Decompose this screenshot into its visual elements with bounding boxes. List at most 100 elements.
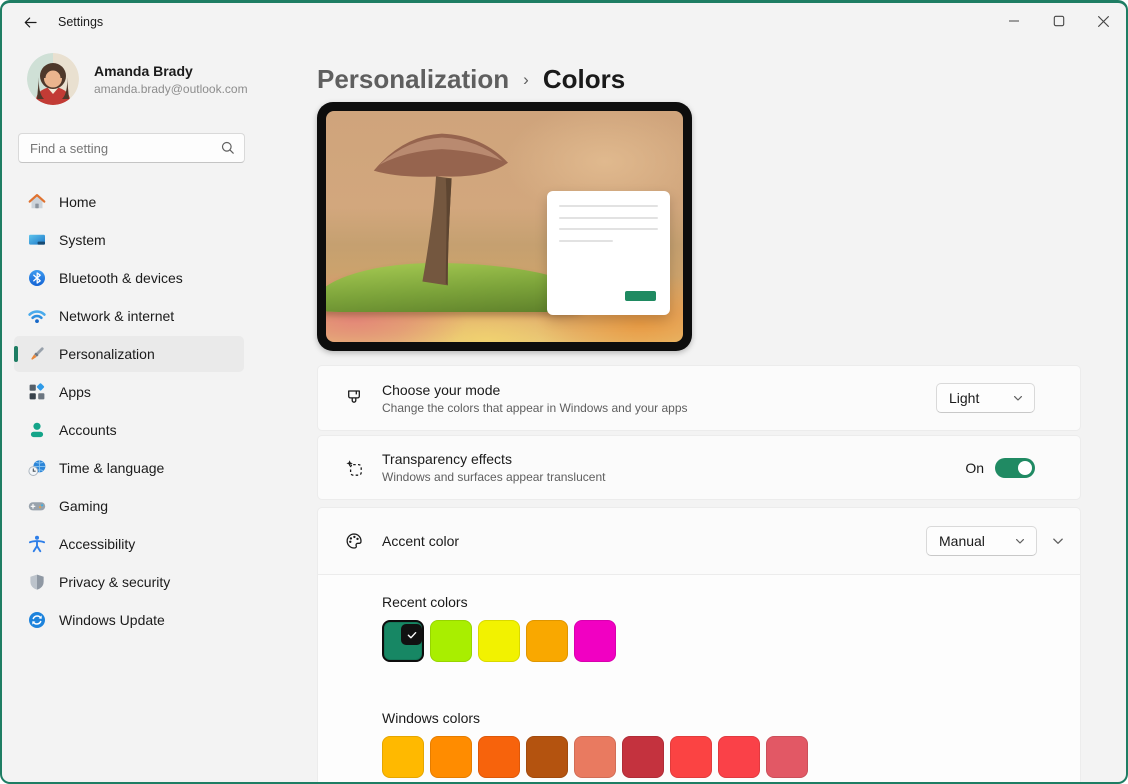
transparency-icon (344, 458, 364, 478)
chevron-down-icon (1014, 535, 1026, 547)
sidebar-item-label: Network & internet (59, 308, 174, 324)
transparency-toggle[interactable] (995, 458, 1035, 478)
mode-dropdown[interactable]: Light (936, 383, 1035, 413)
preview-window-card (547, 191, 670, 315)
back-button[interactable] (14, 7, 46, 37)
sidebar-item-accounts[interactable]: Accounts (14, 412, 244, 448)
sidebar-item-network-internet[interactable]: Network & internet (14, 298, 244, 334)
main-content: Personalization › Colors (252, 41, 1126, 784)
home-icon (27, 192, 47, 212)
wifi-icon (27, 306, 47, 326)
accounts-person-icon (27, 420, 47, 440)
breadcrumb: Personalization › Colors (317, 57, 1081, 101)
color-swatch-selected[interactable] (382, 620, 424, 662)
privacy-shield-icon (27, 572, 47, 592)
color-swatch[interactable] (766, 736, 808, 778)
color-swatch[interactable] (526, 620, 568, 662)
sidebar-item-time-language[interactable]: Time & language (14, 450, 244, 486)
chevron-down-icon (1051, 534, 1065, 548)
accent-color-title: Accent color (382, 533, 926, 549)
windows-colors-row-1 (382, 736, 1035, 778)
preview-accent-button (625, 291, 656, 301)
accessibility-person-icon (27, 534, 47, 554)
minimize-button[interactable] (991, 3, 1036, 39)
sidebar-item-label: Privacy & security (59, 574, 170, 590)
color-swatch[interactable] (670, 736, 712, 778)
sidebar-item-personalization[interactable]: Personalization (14, 336, 244, 372)
sidebar-item-gaming[interactable]: Gaming (14, 488, 244, 524)
sidebar-item-home[interactable]: Home (14, 184, 244, 220)
sidebar-item-apps[interactable]: Apps (14, 374, 244, 410)
sidebar-item-label: Accounts (59, 422, 117, 438)
accent-color-card: Accent color Manual Recent colors (317, 507, 1081, 784)
transparency-card: Transparency effects Windows and surface… (317, 435, 1081, 500)
sidebar-item-label: Gaming (59, 498, 108, 514)
maximize-icon (1053, 15, 1065, 27)
profile-email: amanda.brady@outlook.com (94, 82, 248, 96)
sidebar-item-windows-update[interactable]: Windows Update (14, 602, 244, 638)
search-input[interactable] (18, 133, 245, 163)
accent-color-header: Accent color Manual (318, 508, 1080, 574)
system-icon (27, 230, 47, 250)
close-icon (1097, 15, 1110, 28)
gaming-gamepad-icon (27, 496, 47, 516)
palette-icon (344, 531, 364, 551)
minimize-icon (1008, 15, 1020, 27)
color-swatch[interactable] (574, 736, 616, 778)
bluetooth-icon (27, 268, 47, 288)
sidebar-item-label: Time & language (59, 460, 164, 476)
windows-update-icon (27, 610, 47, 630)
account-profile[interactable]: Amanda Brady amanda.brady@outlook.com (27, 53, 252, 105)
sidebar-item-system[interactable]: System (14, 222, 244, 258)
mushroom-decoration (351, 120, 537, 305)
selected-check-icon (401, 624, 422, 645)
accent-expander[interactable] (1051, 534, 1065, 548)
breadcrumb-separator-icon: › (523, 70, 529, 90)
color-swatch[interactable] (478, 620, 520, 662)
close-button[interactable] (1081, 3, 1126, 39)
color-swatch[interactable] (382, 736, 424, 778)
sidebar-item-label: System (59, 232, 106, 248)
color-swatch[interactable] (430, 736, 472, 778)
recent-colors-row (382, 620, 1035, 662)
color-swatch[interactable] (574, 620, 616, 662)
color-swatch[interactable] (622, 736, 664, 778)
search-box (18, 133, 245, 163)
breadcrumb-personalization[interactable]: Personalization (317, 64, 509, 95)
sidebar-item-label: Apps (59, 384, 91, 400)
settings-window: Settings (0, 0, 1128, 784)
color-swatch[interactable] (478, 736, 520, 778)
windows-colors-heading: Windows colors (382, 710, 1035, 726)
back-arrow-icon (22, 14, 39, 31)
paintbrush-icon (344, 388, 364, 408)
accent-mode-dropdown-value: Manual (939, 533, 985, 549)
sidebar: Amanda Brady amanda.brady@outlook.com Ho… (2, 41, 252, 784)
page-title: Colors (543, 64, 625, 95)
mode-dropdown-value: Light (949, 390, 979, 406)
sidebar-item-bluetooth-devices[interactable]: Bluetooth & devices (14, 260, 244, 296)
sidebar-item-privacy-security[interactable]: Privacy & security (14, 564, 244, 600)
search-icon (220, 140, 236, 161)
app-title: Settings (58, 15, 103, 29)
apps-icon (27, 382, 47, 402)
maximize-button[interactable] (1036, 3, 1081, 39)
sidebar-item-label: Accessibility (59, 536, 135, 552)
choose-mode-card: Choose your mode Change the colors that … (317, 365, 1081, 431)
personalization-brush-icon (27, 344, 47, 364)
sidebar-item-label: Windows Update (59, 612, 165, 628)
choose-mode-title: Choose your mode (382, 382, 936, 398)
avatar (27, 53, 79, 105)
window-controls (991, 3, 1126, 41)
choose-mode-subtitle: Change the colors that appear in Windows… (382, 401, 936, 415)
transparency-title: Transparency effects (382, 451, 965, 467)
color-swatch[interactable] (526, 736, 568, 778)
color-swatch[interactable] (718, 736, 760, 778)
titlebar: Settings (2, 3, 1126, 41)
theme-preview-frame (317, 102, 692, 351)
sidebar-item-accessibility[interactable]: Accessibility (14, 526, 244, 562)
wallpaper-preview (326, 111, 683, 342)
chevron-down-icon (1012, 392, 1024, 404)
color-swatch[interactable] (430, 620, 472, 662)
accent-mode-dropdown[interactable]: Manual (926, 526, 1037, 556)
sidebar-item-label: Bluetooth & devices (59, 270, 183, 286)
